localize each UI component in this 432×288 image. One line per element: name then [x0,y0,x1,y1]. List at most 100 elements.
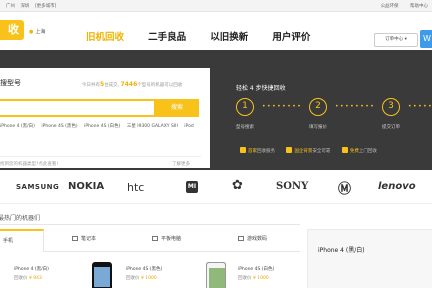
price-label: 回收价 [238,276,252,281]
step-connector: •••••••••• [335,103,375,109]
site-header: 收 ● 上海 旧机回收 二手良品 以旧换新 用户评价 订单中心 ▾ W [0,12,432,50]
order-center-label: 订单中心 [385,37,404,42]
location-pin-icon: ● [29,29,34,35]
brand-htc-logo[interactable]: htc [127,181,144,194]
brand-mi-logo[interactable]: MI [186,181,198,193]
shield-icon [286,147,293,153]
feature-label: 首家 [248,148,257,154]
feature-text: 回收服务 [257,148,275,154]
charity-link[interactable]: 公益环保 [381,4,399,9]
side-tab-button[interactable]: W [420,30,432,48]
city-link[interactable]: 广州 [6,4,15,9]
main-nav: 旧机回收 二手良品 以旧换新 用户评价 [86,25,329,44]
city-switcher: 广州 深圳 [更多城市] [6,3,60,9]
hot-model-link[interactable]: iPod [184,124,193,129]
search-button[interactable]: 搜索 [155,99,199,117]
tab-gaming[interactable]: 游戏数码 [238,229,267,252]
brand-lenovo-logo[interactable]: lenovo [378,181,416,192]
product-name: iPhone 4S (白色) [238,267,275,272]
feature-badges: 首家回收服务 国企背景安全可靠 免费上门回收 [240,147,387,154]
feature-text: 上门回收 [358,148,377,154]
product-name: iPhone 4 (黑/白) [14,267,49,272]
stat-mid: 台成交, [104,83,120,88]
step-3-label: 提交订单 [382,125,400,130]
badge-icon [240,147,246,153]
price-label: 回收价 [14,276,28,281]
price-value: ¥ 1000 [140,276,157,281]
step-2-badge: 2 [309,98,327,116]
today-stats: 今日共有5台成交, 7446个型号的机器可以回收 [82,81,182,88]
laptop-icon [72,236,78,241]
location-selector[interactable]: ● 上海 [29,28,45,35]
feature-item: 国企背景安全可靠 [286,147,331,154]
phone-screen [94,267,110,287]
brand-huawei-logo[interactable]: ✿ [232,178,243,193]
more-cities-link[interactable]: [更多城市] [35,4,57,9]
nav-reviews[interactable]: 用户评价 [272,29,310,43]
stat-prefix: 今日共有 [82,83,100,88]
hot-model-link[interactable]: 三星 I9300 GALAXY SIII [127,124,178,129]
help-link[interactable]: 找到您的机器类型?点此查看! [0,161,58,167]
nav-trade-in[interactable]: 以旧换新 [210,29,248,43]
feature-label: 免费 [349,148,359,154]
hot-model-link[interactable]: iPhone 4 (黑/白) [0,124,35,129]
truck-icon [341,147,348,153]
tab-label: 笔记本 [81,236,97,242]
step-connector: •••••• [408,103,432,109]
section-rule [0,224,300,225]
tab-laptop[interactable]: 笔记本 [72,229,96,252]
model-search-input[interactable] [0,99,156,117]
search-title: 搜型号 [0,79,21,87]
tab-label: 平板电脑 [161,236,182,242]
feature-text: 安全可靠 [312,148,331,154]
feature-item: 免费上门回收 [341,147,377,154]
order-center-button[interactable]: 订单中心 ▾ [374,33,418,47]
stat-suffix: 个型号的机器可以回收 [137,83,183,88]
hot-models: iPhone 4 (黑/白) iPhone 4S (黑色) iPhone 4S … [0,123,199,129]
step-1-label: 型号搜索 [236,125,254,130]
nav-second-hand[interactable]: 二手良品 [148,29,186,43]
learn-more-link[interactable]: 了解更多 [172,161,190,167]
hot-model-link[interactable]: iPhone 4S (白色) [84,124,120,129]
tab-tablet[interactable]: 平板电脑 [152,229,181,252]
feature-item: 首家回收服务 [240,147,275,154]
brand-samsung-logo[interactable]: SAMSUNG [16,183,59,191]
steps-title: 轻松 4 步快捷回收 [236,85,286,92]
site-logo[interactable]: 收 [0,20,24,40]
top-utility-bar: 广州 深圳 [更多城市] 公益环保 帮助中心 [0,0,432,12]
price-value: ¥ 943 [28,276,42,281]
hot-model-link[interactable]: iPhone 4S (黑色) [41,124,77,129]
tablet-icon [152,236,158,241]
brand-nokia-logo[interactable]: NOKIA [68,181,104,192]
card-divider [0,156,201,157]
hero-banner: 搜型号 今日共有5台成交, 7446个型号的机器可以回收 搜索 iPhone 4… [0,50,432,170]
step-3-badge: 3 [382,98,400,116]
utility-links: 公益环保 帮助中心 [371,3,428,9]
product-card[interactable]: iPhone 4 (黑/白) 回收价 ¥ 943 [14,262,124,288]
brand-motorola-logo[interactable]: Ⓜ [338,178,351,197]
step-1-badge: 1 [236,98,254,116]
search-card: 搜型号 今日共有5台成交, 7446个型号的机器可以回收 搜索 iPhone 4… [0,68,210,168]
product-name: iPhone 4S (黑色) [126,267,163,272]
category-tabs: 手机 笔记本 平板电脑 游戏数码 [0,229,300,252]
price-value: ¥ 1000 [252,276,269,281]
page: 广州 深圳 [更多城市] 公益环保 帮助中心 收 ● 上海 旧机回收 二手良品 以… [0,0,432,288]
tab-phone[interactable]: 手机 [0,229,44,252]
step-2-label: 填写报价 [309,125,327,130]
tab-label: 游戏数码 [247,236,268,242]
phone-screen [209,268,225,288]
step-connector: •••••••••• [262,103,302,109]
product-card[interactable]: iPhone 4S (白色) 回收价 ¥ 1000 [206,262,348,288]
section-title: 最热门的机器们 [0,215,41,222]
stat-models: 7446 [120,81,138,88]
location-label: 上海 [35,29,46,35]
nav-recycle[interactable]: 旧机回收 [86,29,124,43]
product-image [92,262,112,288]
feature-label: 国企背景 [294,148,313,154]
product-image [206,262,226,288]
brand-strip: SAMSUNG NOKIA htc MI ✿ SONY Ⓜ lenovo [0,170,432,204]
city-link[interactable]: 深圳 [20,4,29,9]
help-center-link[interactable]: 帮助中心 [410,4,428,9]
price-label: 回收价 [126,276,140,281]
brand-sony-logo[interactable]: SONY [276,181,308,192]
